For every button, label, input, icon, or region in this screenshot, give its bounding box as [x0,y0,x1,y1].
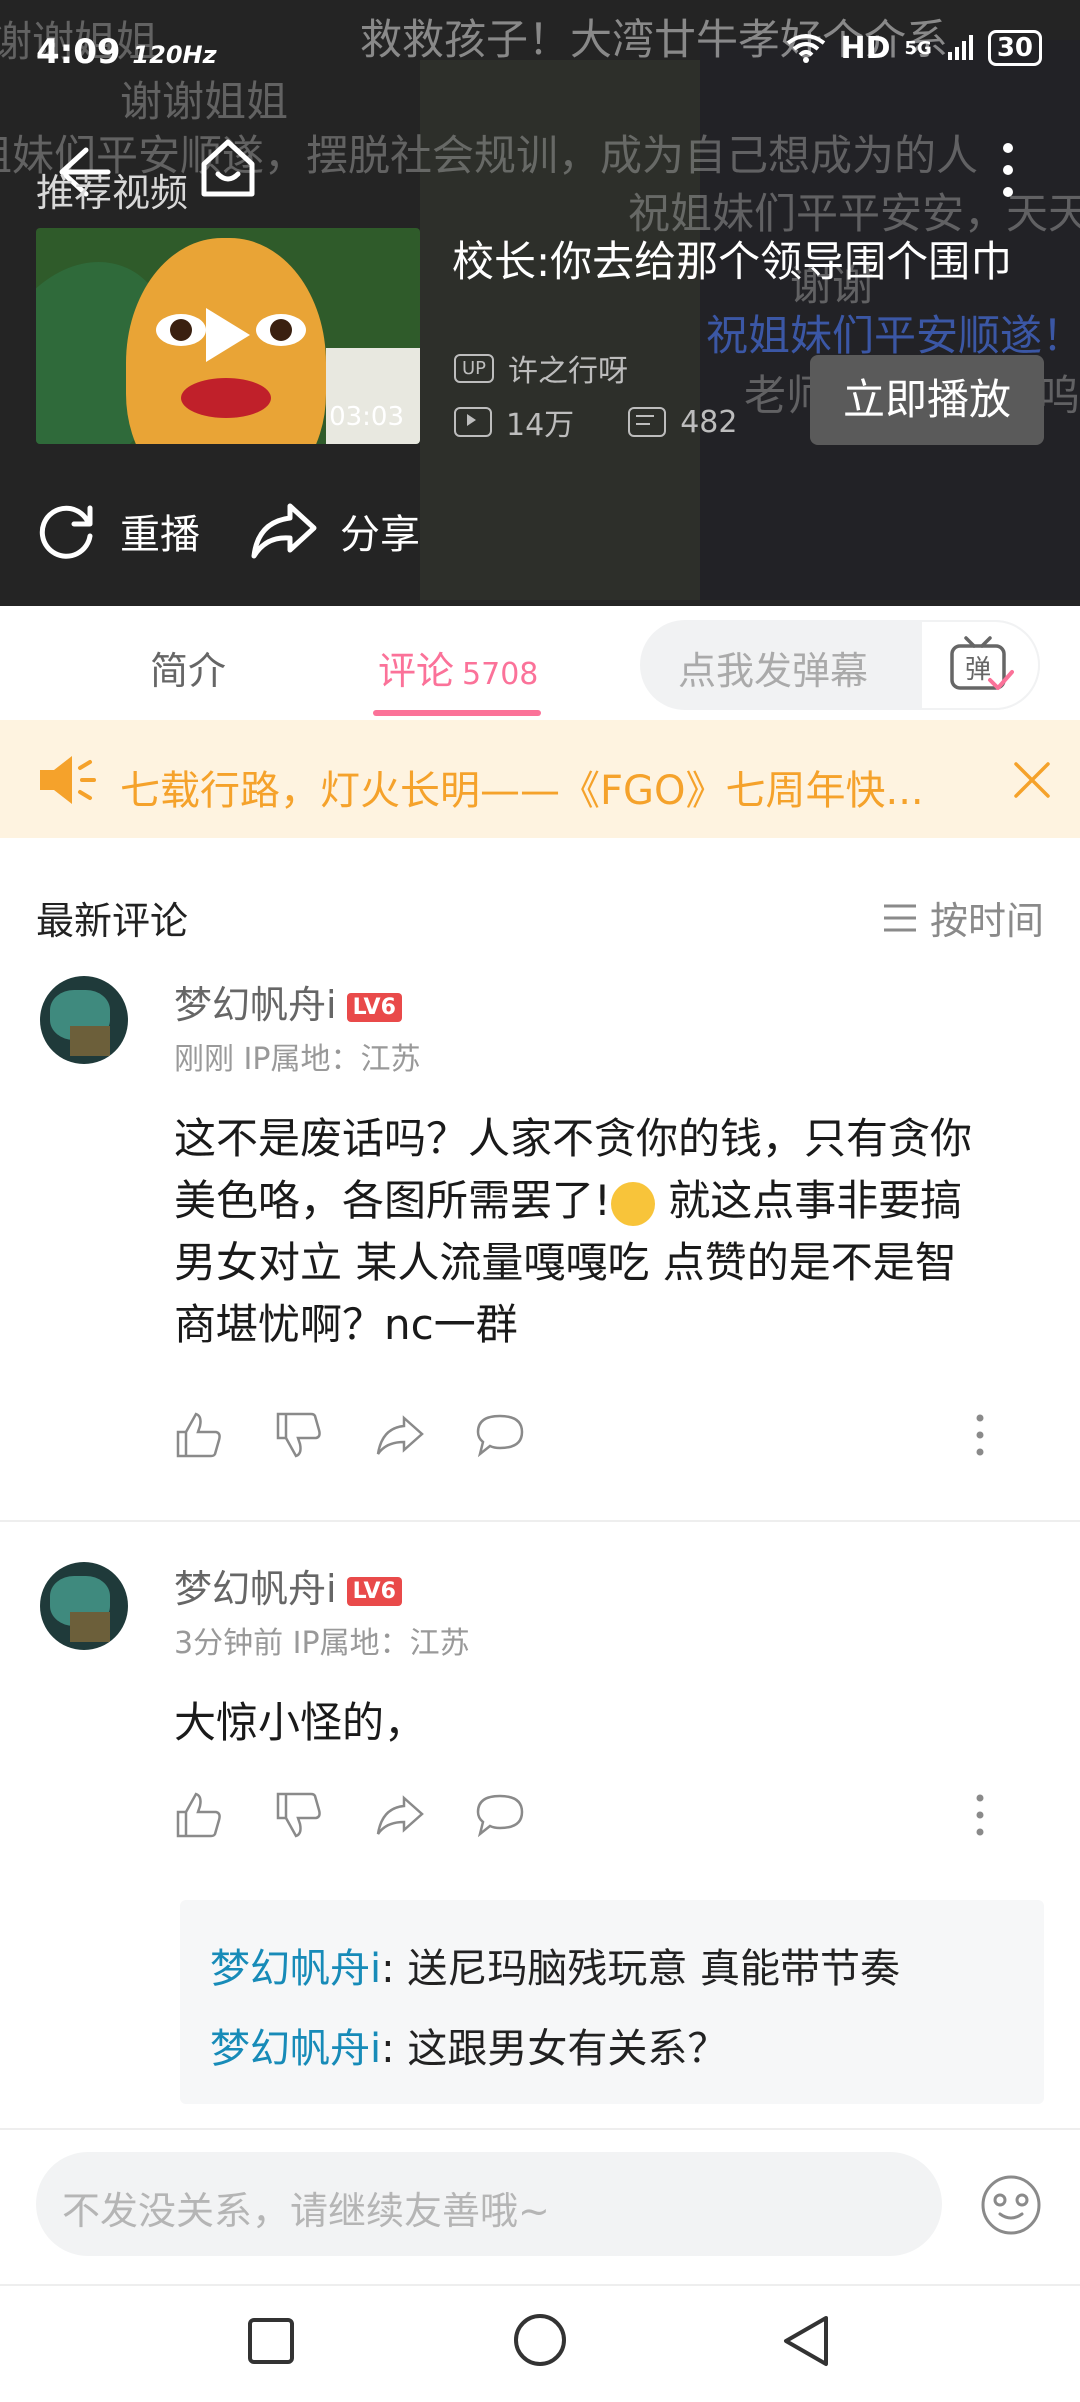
danmaku-count-icon [628,407,667,437]
replay-icon [39,505,93,559]
comment-text: 大惊小怪的， [174,1698,427,1747]
reply-item[interactable]: 梦幻帆舟i: 这跟男女有关系？ [210,2016,727,2074]
reply-item[interactable]: 梦幻帆舟i: 送尼玛脑残玩意 真能带节奏 [210,1936,900,1994]
view-count: 14万 [506,408,575,443]
comment-username[interactable]: 梦幻帆舟i LV6 [174,974,402,1029]
danmaku-toggle-button[interactable]: 弹 [920,620,1040,710]
avatar-shape [70,1612,110,1642]
recommend-label: 推荐视频 [36,171,189,215]
comment-actions [174,1410,1024,1466]
comment-input-placeholder: 不发没关系，请继续友善哦~ [62,2189,550,2233]
tab-intro[interactable]: 简介 [150,640,226,695]
tab-comments[interactable]: 评论 5708 [378,640,538,695]
thumbnail-eye [256,314,306,346]
comment-meta: 3分钟前 IP属地：江苏 [174,1626,470,1661]
comment-username[interactable]: 梦幻帆舟i LV6 [174,1558,402,1613]
thumbnail-lips [181,378,271,418]
speaker-icon [40,756,96,804]
level-badge: LV6 [346,993,402,1022]
announcement-text[interactable]: 七载行路，灯火长明——《FGO》七周年快... [120,758,924,816]
share-icon[interactable] [374,1410,426,1460]
video-stats: 14万 482 [454,400,737,444]
play-now-button[interactable]: 立即播放 [810,355,1044,445]
close-icon[interactable] [1012,760,1052,800]
thumbnail-eye [156,314,206,346]
danmaku-count: 482 [680,404,738,440]
battery-icon: 30 [987,30,1042,66]
danmaku-input-placeholder: 点我发弹幕 [678,649,869,693]
status-icons: HD 5G 30 [786,30,1042,66]
share-icon [251,503,317,559]
avatar[interactable] [40,1562,128,1650]
sort-icon [883,904,916,931]
uploader-info: UP 许之行呀 [454,346,628,390]
more-options-icon[interactable] [974,1410,986,1460]
more-options-icon[interactable] [974,1790,986,1840]
play-icon [206,308,250,362]
share-button[interactable]: 分享 [250,500,420,562]
reply-username[interactable]: 梦幻帆舟i [210,2026,381,2072]
comment-count: 5708 [462,657,539,692]
status-time: 4:09 120Hz [36,32,217,72]
emoji-icon[interactable] [978,2172,1044,2238]
level-badge: LV6 [346,1577,402,1606]
video-player[interactable]: 谢谢姐姐 谢谢姐姐 救救孩子！大湾廿牛孝好个介系 姐妹们平安顺遂，摆脱社会规训，… [0,0,1080,606]
share-icon[interactable] [374,1790,426,1840]
comment-text: 这不是废话吗？人家不贪你的钱，只有贪你 美色咯，各图所需罢了! 就这点事非要搞 … [174,1114,973,1349]
reply-username[interactable]: 梦幻帆舟i [210,1946,381,1992]
comment-divider [0,1520,1080,1522]
more-icon[interactable] [1000,140,1016,200]
reply-icon[interactable] [474,1790,526,1840]
input-divider [0,2128,1080,2130]
home-nav-icon[interactable] [512,2312,568,2368]
avatar-shape [70,1026,110,1056]
tab-active-indicator [373,710,541,716]
reply-preview-box[interactable]: 梦幻帆舟i: 送尼玛脑残玩意 真能带节奏 梦幻帆舟i: 这跟男女有关系？ [180,1900,1044,2104]
home-icon[interactable] [196,136,260,200]
up-badge: UP [454,353,495,383]
signal-icon [947,35,973,60]
reply-icon[interactable] [474,1410,526,1460]
uploader-name: 许之行呀 [508,354,629,389]
recents-icon[interactable] [246,2316,296,2366]
dislike-icon[interactable] [274,1790,324,1840]
dislike-icon[interactable] [274,1410,324,1460]
danmaku-item: 祝姐妹们平安顺遂！ [706,311,1080,360]
recommended-video-thumbnail[interactable]: 03:03 [36,228,420,444]
back-nav-icon[interactable] [780,2314,832,2368]
sort-toggle[interactable]: 按时间 [882,890,1044,945]
svg-text:弹: 弹 [965,655,991,685]
comment-actions [174,1790,1024,1846]
comments-section-title: 最新评论 [36,899,189,943]
avatar[interactable] [40,976,128,1064]
views-icon [454,407,492,437]
like-icon[interactable] [174,1790,224,1840]
wifi-icon [787,34,826,63]
video-duration: 03:03 [329,402,404,432]
replay-button[interactable]: 重播 [36,500,200,562]
comment-meta: 刚刚 IP属地：江苏 [174,1042,421,1077]
danmaku-item: 谢谢姐姐 [120,77,289,126]
sweat-smile-emoji [610,1181,655,1226]
like-icon[interactable] [174,1410,224,1460]
recommended-video-title[interactable]: 校长:你去给那个领导围个围巾 [452,228,1012,289]
danmaku-icon: 弹 [950,636,1014,690]
